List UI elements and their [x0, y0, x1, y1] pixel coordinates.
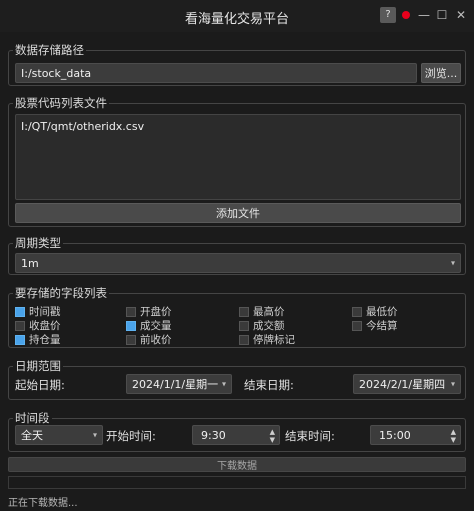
- field-checkbox-label: 成交额: [253, 320, 285, 332]
- period-select[interactable]: 1m ▾: [15, 253, 461, 273]
- fields-group: 要存储的字段列表 时间戳 开盘价 最高价 最低价收盘价 成交量 成交额 今结算持仓量 前收价 停…: [8, 285, 466, 348]
- spin-arrows-icon[interactable]: ▲ ▼: [451, 428, 456, 444]
- start-time-label: 开始时间:: [106, 429, 156, 443]
- period-selected-value: 1m: [21, 256, 39, 270]
- checkbox-unchecked-icon[interactable]: [126, 306, 136, 317]
- date-range-group: 日期范围 起始日期: 2024/1/1/星期一 ▾ 结束日期: 2024/2/1…: [8, 358, 466, 400]
- end-date-label: 结束日期:: [244, 378, 294, 392]
- start-date-value: 2024/1/1/星期一: [132, 378, 219, 391]
- start-time-spinbox[interactable]: 9:30 ▲ ▼: [192, 425, 280, 445]
- download-progress-bar: [8, 476, 466, 489]
- checkbox-unchecked-icon[interactable]: [352, 306, 362, 317]
- field-checkbox[interactable]: 成交量: [126, 318, 172, 333]
- checkbox-unchecked-icon[interactable]: [239, 320, 249, 331]
- field-checkbox-label: 最高价: [253, 306, 285, 318]
- spin-arrows-icon[interactable]: ▲ ▼: [270, 428, 275, 444]
- checkbox-unchecked-icon[interactable]: [239, 306, 249, 317]
- storage-path-input[interactable]: I:/stock_data: [15, 63, 417, 83]
- field-checkbox[interactable]: 收盘价: [15, 318, 61, 333]
- field-checkbox-label: 成交量: [140, 320, 172, 332]
- stock-file-title: 股票代码列表文件: [13, 95, 109, 111]
- start-date-picker[interactable]: 2024/1/1/星期一 ▾: [126, 374, 232, 394]
- checkbox-checked-icon[interactable]: [15, 334, 25, 345]
- storage-path-title: 数据存储路径: [13, 42, 86, 58]
- field-checkbox[interactable]: 前收价: [126, 332, 172, 347]
- checkbox-unchecked-icon[interactable]: [352, 320, 362, 331]
- field-checkbox[interactable]: 今结算: [352, 318, 398, 333]
- minimize-button[interactable]: —: [416, 6, 432, 24]
- stock-file-list[interactable]: I:/QT/qmt/otheridx.csv: [15, 114, 461, 200]
- browse-button[interactable]: 浏览...: [421, 63, 461, 83]
- end-time-spinbox[interactable]: 15:00 ▲ ▼: [370, 425, 461, 445]
- record-indicator-icon: [402, 11, 410, 19]
- stock-file-item: I:/QT/qmt/otheridx.csv: [21, 120, 145, 133]
- help-button[interactable]: ?: [380, 7, 396, 23]
- field-checkbox[interactable]: 停牌标记: [239, 332, 295, 347]
- time-range-group: 时间段 全天 ▾ 开始时间: 9:30 ▲ ▼ 结束时间: 15:00 ▲ ▼: [8, 410, 466, 452]
- maximize-button[interactable]: ☐: [434, 6, 450, 24]
- time-range-title: 时间段: [13, 410, 52, 426]
- status-text: 正在下载数据...: [8, 498, 78, 509]
- checkbox-checked-icon[interactable]: [15, 306, 25, 317]
- time-preset-select[interactable]: 全天 ▾: [15, 425, 103, 445]
- checkbox-unchecked-icon[interactable]: [15, 320, 25, 331]
- date-range-title: 日期范围: [13, 358, 63, 374]
- fields-title: 要存储的字段列表: [13, 285, 109, 301]
- field-checkbox-label: 收盘价: [29, 320, 61, 332]
- field-checkbox[interactable]: 成交额: [239, 318, 285, 333]
- field-checkbox-label: 前收价: [140, 334, 172, 346]
- end-time-value: 15:00: [379, 428, 411, 442]
- checkbox-checked-icon[interactable]: [126, 320, 136, 331]
- field-checkbox[interactable]: 开盘价: [126, 304, 172, 319]
- chevron-down-icon: ▾: [450, 379, 455, 389]
- end-date-value: 2024/2/1/星期四: [359, 378, 446, 391]
- field-checkbox-label: 停牌标记: [253, 334, 295, 346]
- field-checkbox-label: 时间戳: [29, 306, 61, 318]
- close-button[interactable]: ✕: [453, 6, 469, 24]
- stock-file-group: 股票代码列表文件 I:/QT/qmt/otheridx.csv 添加文件: [8, 95, 466, 227]
- storage-path-group: 数据存储路径 I:/stock_data 浏览...: [8, 42, 466, 86]
- field-checkbox[interactable]: 持仓量: [15, 332, 61, 347]
- period-group: 周期类型 1m ▾: [8, 235, 466, 275]
- start-date-label: 起始日期:: [15, 378, 65, 392]
- checkbox-unchecked-icon[interactable]: [126, 334, 136, 345]
- field-checkbox[interactable]: 最低价: [352, 304, 398, 319]
- field-checkbox[interactable]: 时间戳: [15, 304, 61, 319]
- chevron-down-icon: ▾: [221, 379, 226, 389]
- download-button[interactable]: 下载数据: [8, 457, 466, 472]
- field-checkbox-label: 开盘价: [140, 306, 172, 318]
- chevron-down-icon: ▾: [450, 258, 455, 268]
- end-time-label: 结束时间:: [285, 429, 335, 443]
- chevron-down-icon: ▾: [92, 430, 97, 440]
- add-file-button[interactable]: 添加文件: [15, 203, 461, 223]
- period-title: 周期类型: [13, 235, 63, 251]
- field-checkbox-label: 最低价: [366, 306, 398, 318]
- field-checkbox-label: 持仓量: [29, 334, 61, 346]
- start-time-value: 9:30: [201, 428, 226, 442]
- title-bar: 看海量化交易平台 ? — ☐ ✕: [0, 0, 474, 32]
- checkbox-unchecked-icon[interactable]: [239, 334, 249, 345]
- time-preset-value: 全天: [21, 429, 43, 442]
- end-date-picker[interactable]: 2024/2/1/星期四 ▾: [353, 374, 461, 394]
- field-checkbox[interactable]: 最高价: [239, 304, 285, 319]
- field-checkbox-label: 今结算: [366, 320, 398, 332]
